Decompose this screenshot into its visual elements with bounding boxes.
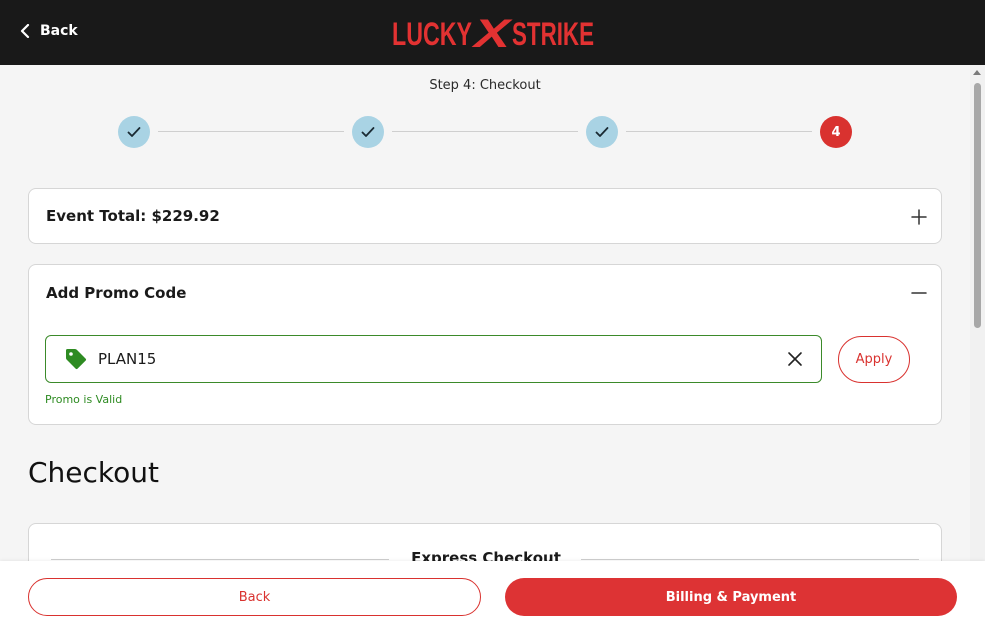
progress-stepper: 4 <box>118 116 853 148</box>
event-total-card[interactable]: Event Total: $229.92 <box>28 188 942 244</box>
step-2-complete <box>352 116 384 148</box>
step-4-number: 4 <box>831 124 841 140</box>
step-connector <box>392 131 578 132</box>
step-3-complete <box>586 116 618 148</box>
main-content: Step 4: Checkout 4 Event Total: $229.92 … <box>0 65 970 561</box>
step-connector <box>626 131 812 132</box>
svg-text:STRIKE: STRIKE <box>512 16 594 52</box>
step-title: Step 4: Checkout <box>429 78 541 93</box>
scroll-up-arrow-icon[interactable] <box>973 70 981 75</box>
event-total-label: Event Total: $229.92 <box>46 207 220 225</box>
apply-promo-button[interactable]: Apply <box>838 336 910 383</box>
promo-code-card: Add Promo Code Apply Promo is Valid <box>28 264 942 425</box>
top-navigation-bar: Back LUCKY X STRIKE <box>0 0 985 65</box>
footer-back-button[interactable]: Back <box>28 578 481 616</box>
billing-payment-button[interactable]: Billing & Payment <box>505 578 957 616</box>
checkmark-icon <box>595 127 609 137</box>
express-checkout-label: Express Checkout <box>411 549 561 561</box>
svg-text:LUCKY: LUCKY <box>392 16 472 52</box>
scrollbar-thumb[interactable] <box>974 83 981 328</box>
express-checkout-card: Express Checkout <box>28 523 942 561</box>
promo-code-field[interactable] <box>45 335 822 383</box>
promo-valid-message: Promo is Valid <box>45 393 123 406</box>
lucky-strike-logo[interactable]: LUCKY X STRIKE <box>0 12 985 56</box>
step-4-current: 4 <box>820 116 852 148</box>
footer-action-bar: Back Billing & Payment <box>0 561 985 633</box>
svg-text:X: X <box>471 12 513 52</box>
promo-card-title: Add Promo Code <box>46 284 187 302</box>
vertical-scrollbar[interactable] <box>970 65 985 561</box>
checkout-heading: Checkout <box>28 456 159 489</box>
plus-icon[interactable] <box>911 209 927 225</box>
step-1-complete <box>118 116 150 148</box>
step-connector <box>158 131 344 132</box>
clear-icon[interactable] <box>787 351 803 367</box>
checkmark-icon <box>361 127 375 137</box>
checkmark-icon <box>127 127 141 137</box>
price-tag-icon <box>66 349 87 370</box>
promo-code-input[interactable] <box>98 336 758 382</box>
minus-icon[interactable] <box>911 292 927 294</box>
